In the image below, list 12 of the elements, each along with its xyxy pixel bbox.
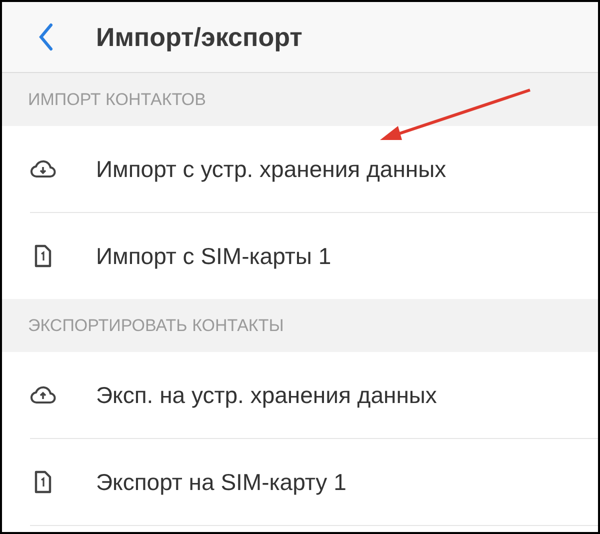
section-header: ИМПОРТ КОНТАКТОВ xyxy=(28,90,206,110)
screen-title: Импорт/экспорт xyxy=(96,22,302,52)
cloud-upload-icon xyxy=(30,386,56,404)
menu-item[interactable]: Импорт с устр. хранения данных xyxy=(96,156,446,182)
cloud-download-icon xyxy=(30,160,56,178)
menu-item[interactable]: Экспорт на SIM-карту 1 xyxy=(96,468,346,496)
section-header: ЭКСПОРТИРОВАТЬ КОНТАКТЫ xyxy=(28,316,284,336)
menu-item[interactable]: Импорт с SIM-карты 1 xyxy=(96,242,332,270)
back-icon[interactable] xyxy=(38,23,54,51)
sim-card-icon xyxy=(34,470,52,494)
sim-card-icon xyxy=(34,244,52,268)
menu-item[interactable]: Эксп. на устр. хранения данных xyxy=(96,382,437,408)
